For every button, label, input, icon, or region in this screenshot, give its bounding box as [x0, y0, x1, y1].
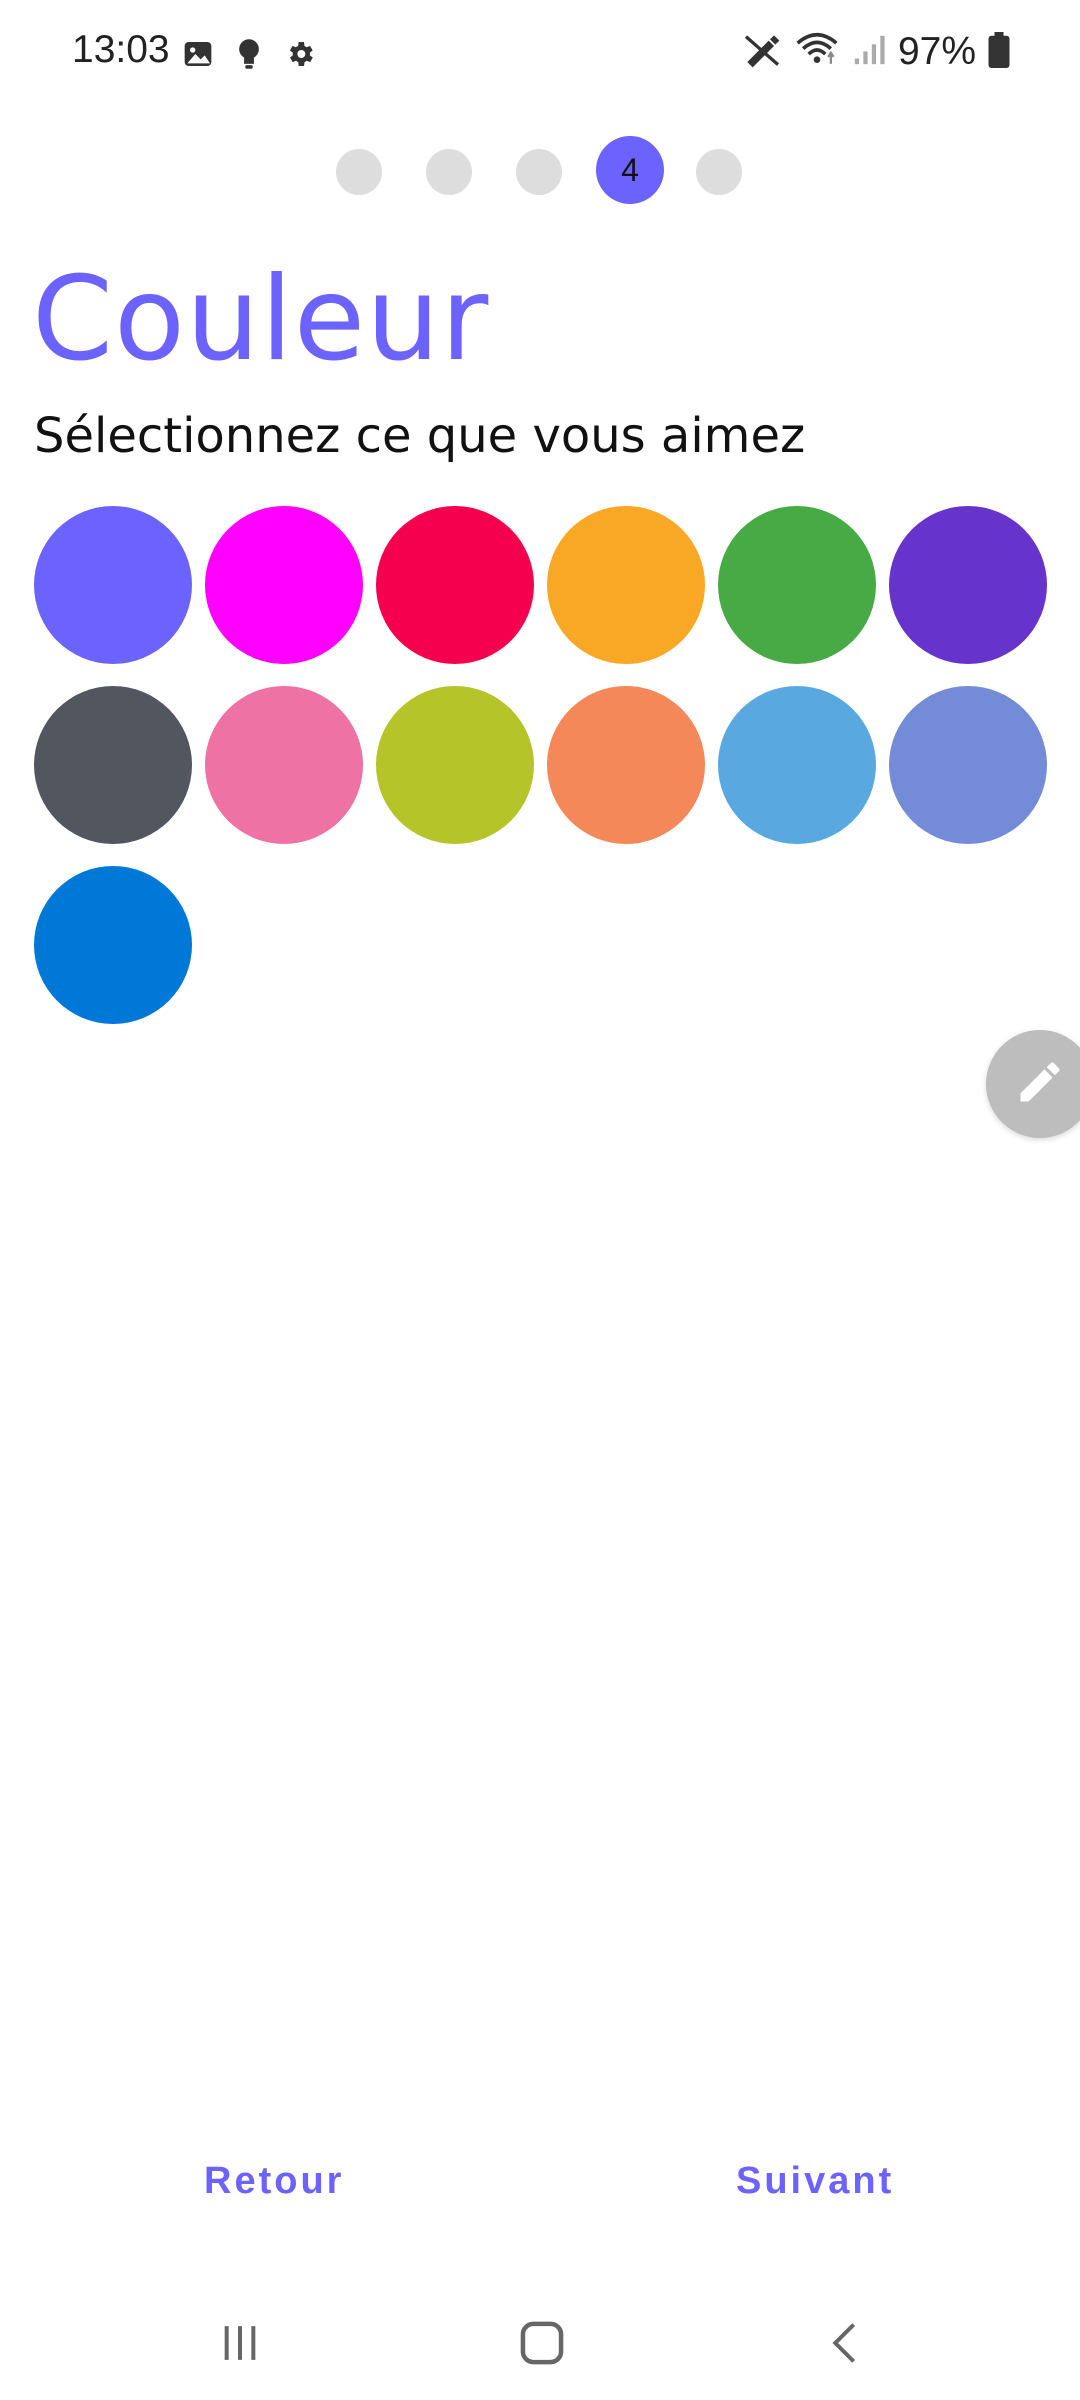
system-nav-bar	[0, 2290, 1080, 2400]
battery-percent: 97%	[897, 30, 976, 73]
wifi-icon	[794, 32, 840, 72]
page-subtitle: Sélectionnez ce que vous aimez	[34, 408, 806, 464]
color-swatch[interactable]	[205, 686, 363, 844]
page-title: Couleur	[32, 252, 490, 387]
step-dot-3	[516, 149, 562, 195]
recents-icon	[217, 2320, 263, 2370]
recents-button[interactable]	[200, 2310, 280, 2380]
color-swatch[interactable]	[547, 686, 705, 844]
battery-icon	[988, 32, 1010, 72]
screen: 13:03 97% 4 Couleur Sélectionnez ce que …	[0, 0, 1080, 2400]
back-nav-button[interactable]	[806, 2310, 886, 2380]
color-swatch[interactable]	[889, 506, 1047, 664]
status-system-icons: 97%	[742, 30, 1010, 74]
pencil-icon	[1014, 1056, 1066, 1112]
bulb-icon	[236, 38, 262, 74]
color-swatch[interactable]	[547, 506, 705, 664]
next-button[interactable]: Suivant	[736, 2160, 894, 2203]
status-time: 13:03	[72, 28, 170, 71]
back-button[interactable]: Retour	[204, 2160, 344, 2203]
status-notification-icons	[182, 38, 316, 74]
color-swatch[interactable]	[376, 506, 534, 664]
home-button[interactable]	[502, 2310, 582, 2380]
signal-icon	[852, 33, 886, 71]
step-dot-2	[426, 149, 472, 195]
image-icon	[182, 38, 214, 74]
color-swatch[interactable]	[34, 686, 192, 844]
home-icon	[516, 2317, 568, 2373]
color-swatch[interactable]	[889, 686, 1047, 844]
color-swatch[interactable]	[34, 866, 192, 1024]
color-swatch[interactable]	[718, 686, 876, 844]
gear-icon	[284, 38, 316, 74]
color-swatch[interactable]	[376, 686, 534, 844]
step-dot-5	[696, 149, 742, 195]
color-swatch[interactable]	[205, 506, 363, 664]
edit-fab[interactable]	[986, 1030, 1080, 1138]
back-icon	[823, 2320, 869, 2370]
no-sync-icon	[742, 32, 782, 72]
step-dot-1	[336, 149, 382, 195]
color-swatch[interactable]	[34, 506, 192, 664]
step-dot-current: 4	[596, 136, 664, 204]
color-swatch[interactable]	[718, 506, 876, 664]
step-indicator: 4	[0, 136, 1080, 204]
status-bar: 13:03 97%	[0, 0, 1080, 108]
